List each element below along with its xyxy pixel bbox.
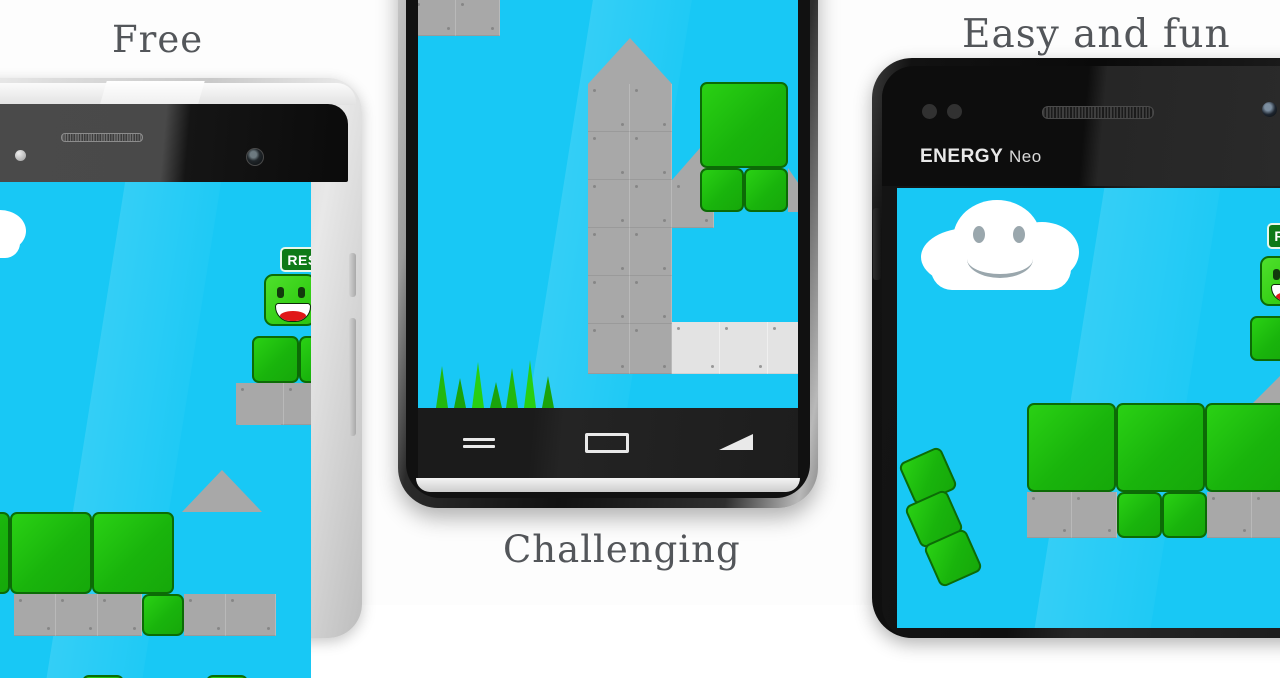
phone-center-body (406, 0, 810, 498)
gray-platform (630, 180, 672, 228)
player-character[interactable] (264, 274, 311, 326)
phone-right-screen[interactable]: RESET (897, 188, 1280, 628)
player-character[interactable] (1260, 256, 1280, 306)
back-icon[interactable] (719, 434, 753, 452)
proximity-sensor-icon (15, 150, 26, 161)
game-block[interactable] (700, 82, 788, 168)
android-navigation-bar (418, 408, 798, 478)
gray-platform (588, 180, 630, 228)
game-block[interactable] (142, 594, 184, 636)
gray-platform (588, 84, 630, 132)
front-camera-icon (1262, 102, 1277, 117)
gray-platform (98, 594, 142, 636)
volume-button[interactable] (349, 318, 356, 436)
gray-platform (630, 324, 672, 374)
phone-center-screen[interactable] (418, 0, 798, 408)
light-sensor-icon (947, 104, 962, 119)
gray-platform (14, 594, 56, 636)
brand-model: Neo (1009, 147, 1042, 166)
phone-center-chin (416, 478, 800, 492)
gray-platform (1072, 492, 1117, 538)
game-block[interactable] (1162, 492, 1207, 538)
phone-right-bezel: ENERGY Neo (882, 66, 1280, 186)
earpiece-speaker-icon (61, 133, 143, 142)
ramp-triangle (1253, 361, 1280, 403)
game-block[interactable] (700, 168, 744, 212)
gray-platform (1252, 492, 1280, 538)
gray-platform (184, 594, 226, 636)
game-block[interactable] (1116, 403, 1205, 492)
proximity-sensor-icon (922, 104, 937, 119)
phone-right-glass: ENERGY Neo RESET (882, 66, 1280, 638)
game-block[interactable] (1250, 316, 1280, 361)
menu-icon[interactable] (463, 436, 495, 450)
ramp-triangle (182, 470, 262, 512)
ramp-triangle (588, 38, 672, 84)
phone-left-screen[interactable]: RESET (0, 182, 311, 678)
game-block[interactable] (10, 512, 92, 594)
gray-platform (768, 322, 798, 374)
grass-tuft (432, 360, 562, 408)
gray-platform (456, 0, 500, 36)
game-block[interactable] (299, 336, 311, 383)
front-camera-icon (246, 148, 264, 166)
gray-platform (1027, 492, 1072, 538)
gray-platform (630, 228, 672, 276)
cloud-character (0, 190, 36, 260)
volume-button[interactable] (873, 208, 881, 280)
caption-free: Free (112, 18, 204, 61)
gray-platform (588, 276, 630, 324)
game-block[interactable] (744, 168, 788, 212)
gray-platform (630, 84, 672, 132)
game-block[interactable] (92, 512, 174, 594)
phone-left: RESET (0, 78, 362, 678)
gray-platform (588, 324, 630, 374)
ramp-triangle (237, 383, 281, 425)
gray-platform (226, 594, 276, 636)
gray-platform (720, 322, 768, 374)
phone-left-top-edge (0, 83, 356, 105)
gray-platform (1207, 492, 1252, 538)
home-icon[interactable] (585, 433, 629, 453)
gray-platform (418, 0, 456, 36)
game-block[interactable] (1117, 492, 1162, 538)
game-block[interactable] (1027, 403, 1116, 492)
phone-center (398, 0, 818, 508)
gray-platform (284, 383, 311, 425)
game-block[interactable] (0, 512, 10, 594)
reset-button[interactable]: RESET (1267, 223, 1280, 249)
caption-challenging: Challenging (503, 528, 741, 571)
phone-left-bezel (0, 104, 348, 182)
gray-platform (630, 132, 672, 180)
brand-name: ENERGY (920, 146, 1004, 167)
gray-platform (672, 322, 720, 374)
phone-brand-label: ENERGY Neo (920, 146, 1042, 168)
gray-platform (630, 276, 672, 324)
cloud-character (921, 196, 1091, 291)
game-block[interactable] (1205, 403, 1280, 492)
game-block[interactable] (252, 336, 299, 383)
gray-platform (588, 132, 630, 180)
caption-easy-and-fun: Easy and fun (962, 12, 1231, 57)
ramp-triangle (788, 168, 798, 212)
earpiece-speaker-icon (1042, 106, 1154, 119)
gray-platform (588, 228, 630, 276)
power-button[interactable] (349, 253, 356, 297)
phone-right: ENERGY Neo RESET (872, 58, 1280, 638)
promo-stage: Free Challenging Easy and fun RE ENERGY … (0, 0, 1280, 678)
gray-platform (56, 594, 98, 636)
reset-button[interactable]: RESET (280, 247, 311, 272)
